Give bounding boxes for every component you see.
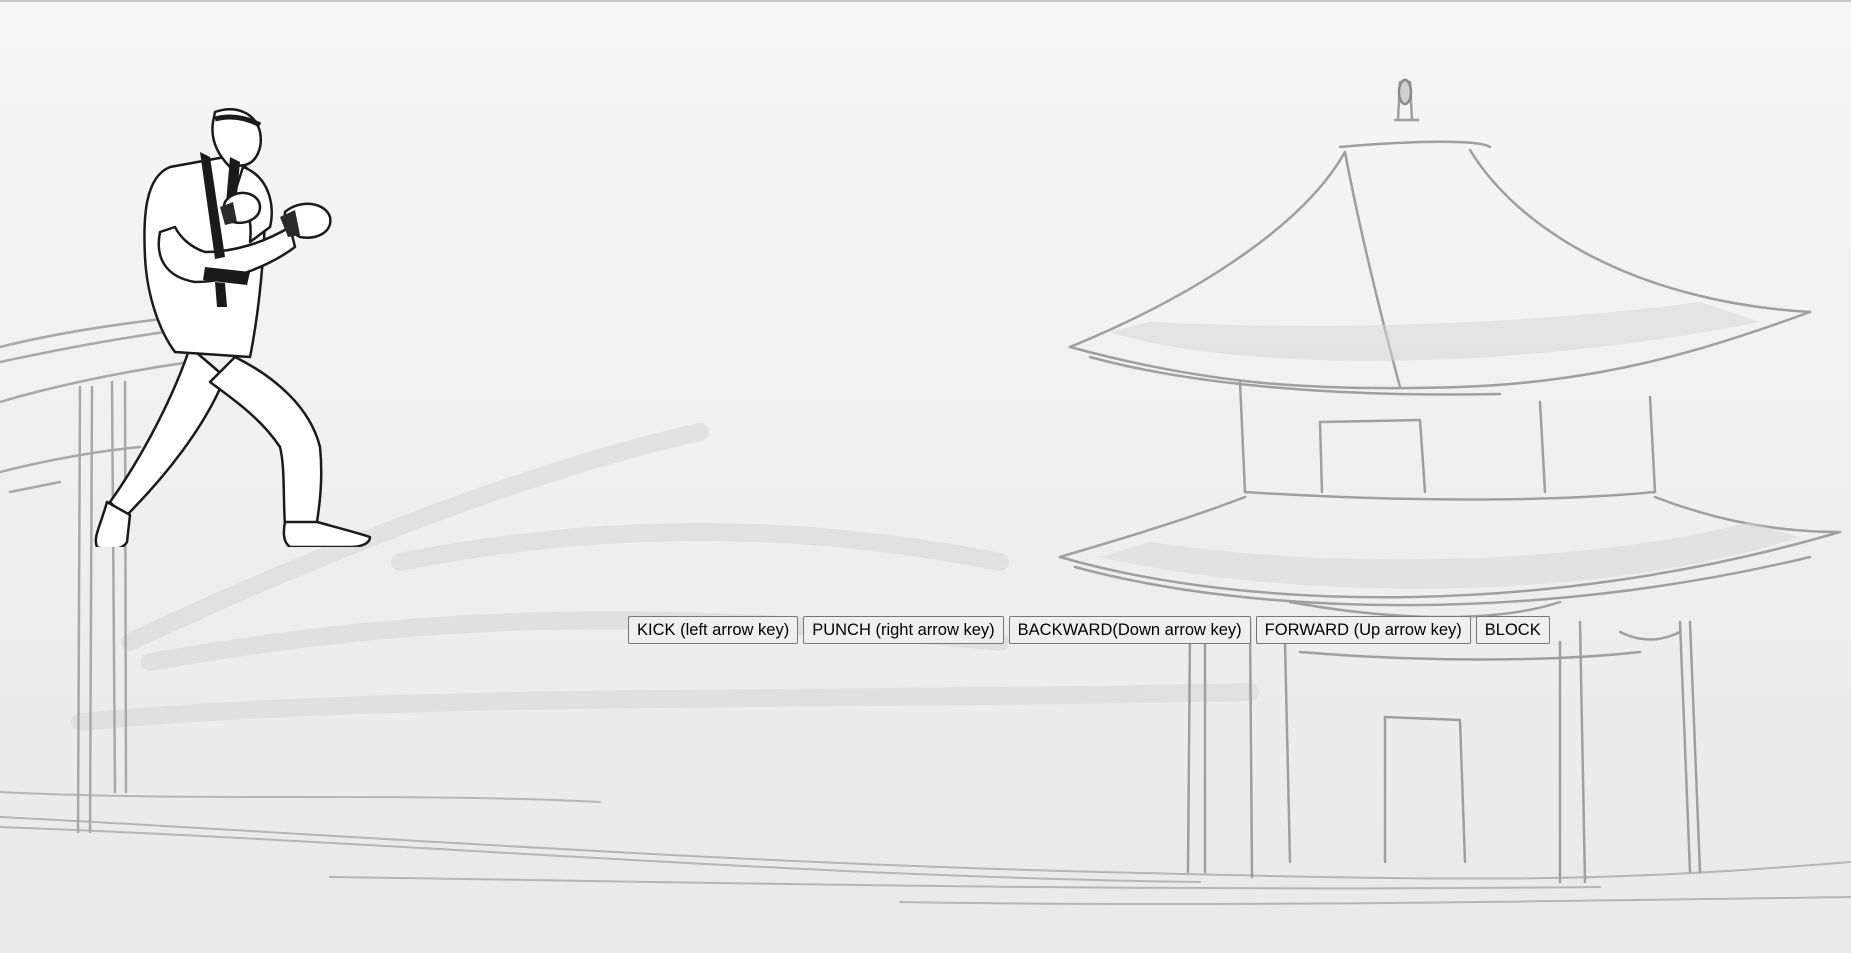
karate-fighter	[94, 108, 372, 547]
controls-bar: KICK (left arrow key) PUNCH (right arrow…	[628, 616, 1550, 644]
block-button[interactable]: BLOCK	[1475, 616, 1550, 644]
kick-button[interactable]: KICK (left arrow key)	[628, 616, 799, 644]
game-stage: KICK (left arrow key) PUNCH (right arrow…	[0, 0, 1851, 953]
backward-button[interactable]: BACKWARD(Down arrow key)	[1008, 616, 1251, 644]
punch-button[interactable]: PUNCH (right arrow key)	[803, 616, 1004, 644]
forward-button[interactable]: FORWARD (Up arrow key)	[1255, 616, 1471, 644]
